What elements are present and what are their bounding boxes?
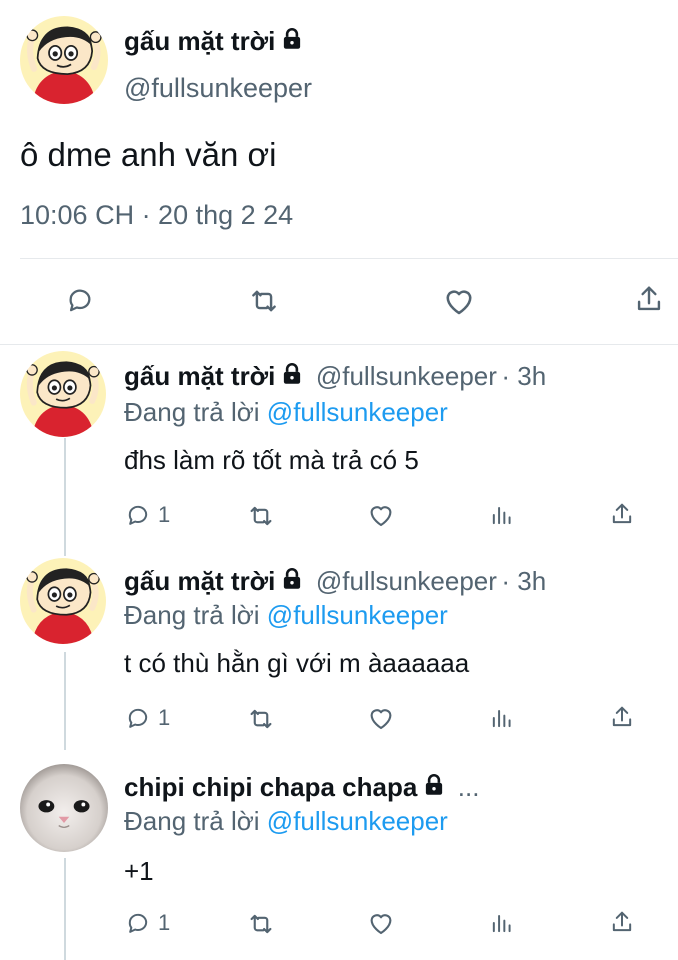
reply-icon: [64, 284, 96, 316]
replying-to-line: Đang trả lời @fullsunkeeper: [124, 600, 448, 631]
share-button[interactable]: [608, 908, 636, 936]
replying-prefix: Đang trả lời: [124, 600, 260, 630]
like-button[interactable]: [441, 283, 477, 319]
retweet-icon: [247, 284, 281, 318]
views-button[interactable]: [488, 501, 516, 529]
reply-tweet[interactable]: chipi chipi chapa chapa ... Đang trả lời…: [0, 752, 678, 960]
reply-author-handle[interactable]: @fullsunkeeper: [316, 361, 497, 391]
reply-text: +1: [124, 856, 154, 886]
reply-author-avatar[interactable]: [20, 351, 106, 437]
reply-time[interactable]: · 3h: [501, 361, 546, 391]
main-author-handle[interactable]: @fullsunkeeper: [124, 73, 312, 104]
reply-author-name[interactable]: chipi chipi chapa chapa: [124, 772, 417, 802]
reply-author-avatar[interactable]: [20, 764, 108, 852]
lock-icon: [421, 772, 447, 798]
reply-icon: [124, 909, 152, 937]
reply-count: 1: [158, 705, 171, 730]
main-tweet: gấu mặt trời @fullsunkeeper ô dme anh vă…: [0, 0, 678, 345]
reply-tweet[interactable]: gấu mặt trời @fullsunkeeper · 3h Đang tr…: [0, 345, 678, 545]
retweet-button[interactable]: [246, 909, 276, 939]
reply-header: chipi chipi chapa chapa ...: [124, 772, 479, 803]
reply-count: 1: [158, 910, 171, 935]
retweet-button[interactable]: [246, 704, 276, 734]
like-icon: [441, 283, 477, 319]
reply-author-handle[interactable]: @fullsunkeeper: [316, 566, 497, 596]
main-tweet-timestamp[interactable]: 10:06 CH · 20 thg 2 24: [20, 200, 293, 231]
reply-header: gấu mặt trời @fullsunkeeper · 3h: [124, 566, 546, 597]
lock-icon: [279, 361, 305, 387]
reply-text: t có thù hằn gì với m àaaaaaa: [124, 648, 470, 678]
share-button[interactable]: [632, 282, 666, 316]
reply-header: gấu mặt trời @fullsunkeeper · 3h: [124, 361, 546, 392]
replying-to-line: Đang trả lời @fullsunkeeper: [124, 806, 448, 837]
lock-icon: [279, 26, 305, 52]
replying-to-link[interactable]: @fullsunkeeper: [267, 806, 448, 836]
reply-author-name[interactable]: gấu mặt trời: [124, 566, 275, 596]
replying-prefix: Đang trả lời: [124, 397, 260, 427]
reply-author-name[interactable]: gấu mặt trời: [124, 361, 275, 391]
views-icon: [488, 501, 516, 529]
reply-time[interactable]: · 3h: [501, 566, 546, 596]
reply-button[interactable]: 1: [124, 909, 170, 937]
like-button[interactable]: [366, 703, 396, 733]
replying-to-link[interactable]: @fullsunkeeper: [267, 600, 448, 630]
share-icon: [608, 500, 636, 528]
reply-tweet[interactable]: gấu mặt trời @fullsunkeeper · 3h Đang tr…: [0, 548, 678, 748]
share-icon: [632, 282, 666, 316]
divider: [20, 258, 678, 259]
reply-author-avatar[interactable]: [20, 558, 106, 644]
reply-icon: [124, 501, 152, 529]
share-icon: [608, 908, 636, 936]
main-author-avatar[interactable]: [20, 16, 108, 104]
lock-icon: [279, 566, 305, 592]
reply-icon: [124, 704, 152, 732]
share-button[interactable]: [608, 703, 636, 731]
views-button[interactable]: [488, 704, 516, 732]
like-icon: [366, 908, 396, 938]
reply-text: đhs làm rõ tốt mà trả có 5: [124, 445, 419, 475]
reply-button[interactable]: [64, 284, 96, 316]
more-indicator: ...: [457, 772, 480, 802]
views-button[interactable]: [488, 909, 516, 937]
retweet-button[interactable]: [247, 284, 281, 318]
share-button[interactable]: [608, 500, 636, 528]
reply-button[interactable]: 1: [124, 501, 170, 529]
views-icon: [488, 704, 516, 732]
retweet-icon: [246, 704, 276, 734]
main-tweet-text: ô dme anh văn ơi: [20, 136, 277, 173]
reply-count: 1: [158, 502, 171, 527]
main-author-line: gấu mặt trời: [124, 26, 305, 57]
replying-prefix: Đang trả lời: [124, 806, 260, 836]
like-icon: [366, 703, 396, 733]
retweet-icon: [246, 501, 276, 531]
like-icon: [366, 500, 396, 530]
reply-button[interactable]: 1: [124, 704, 170, 732]
like-button[interactable]: [366, 908, 396, 938]
retweet-button[interactable]: [246, 501, 276, 531]
views-icon: [488, 909, 516, 937]
like-button[interactable]: [366, 500, 396, 530]
retweet-icon: [246, 909, 276, 939]
main-author-name[interactable]: gấu mặt trời: [124, 26, 275, 56]
replying-to-link[interactable]: @fullsunkeeper: [267, 397, 448, 427]
replying-to-line: Đang trả lời @fullsunkeeper: [124, 397, 448, 428]
share-icon: [608, 703, 636, 731]
